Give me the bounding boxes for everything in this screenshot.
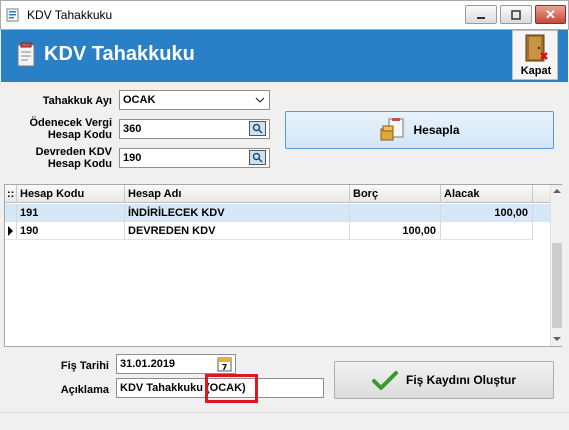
calculate-icon <box>380 118 404 141</box>
status-bar <box>0 412 569 430</box>
app-icon <box>6 8 19 22</box>
tahakkuk-ayi-select[interactable]: OCAK <box>119 90 270 110</box>
grid-vertical-scrollbar[interactable] <box>550 185 562 346</box>
col-hesap-adi[interactable]: Hesap Adı <box>125 185 350 203</box>
cell-borc[interactable] <box>350 204 441 222</box>
cell-hesap-kodu[interactable]: 191 <box>17 204 125 222</box>
scroll-down-icon[interactable] <box>553 336 561 342</box>
page-title: KDV Tahakkuku <box>44 43 195 65</box>
col-alacak[interactable]: Alacak <box>441 185 533 203</box>
exit-door-icon <box>525 34 548 62</box>
devreden-kdv-label-line2: Hesap Kodu <box>47 158 112 170</box>
row-indicator <box>5 204 17 222</box>
cell-alacak[interactable]: 100,00 <box>441 204 533 222</box>
fis-tarihi-label: Fiş Tarihi <box>60 360 109 372</box>
lookup-icon <box>252 152 263 163</box>
lookup-icon <box>252 123 263 134</box>
devreden-kdv-label-line1: Devreden KDV <box>35 146 112 158</box>
cell-hesap-adi[interactable]: DEVREDEN KDV <box>125 222 350 240</box>
cell-borc[interactable]: 100,00 <box>350 222 441 240</box>
row-indicator-header: :: <box>5 185 17 203</box>
calendar-day: 7 <box>222 363 228 372</box>
odenecek-vergi-label-line1: Ödenecek Vergi <box>29 117 112 129</box>
tahakkuk-ayi-value: OCAK <box>123 94 156 106</box>
table-row[interactable]: 190 DEVREDEN KDV 100,00 <box>5 222 550 240</box>
cell-hesap-kodu[interactable]: 190 <box>17 222 125 240</box>
window-title: KDV Tahakkuku <box>27 8 113 22</box>
odenecek-lookup-button[interactable] <box>249 121 266 136</box>
devreden-hesap-kodu-field[interactable]: 190 <box>119 148 270 168</box>
cell-alacak[interactable] <box>441 222 533 240</box>
highlight-annotation <box>205 374 258 403</box>
cell-hesap-adi[interactable]: İNDİRİLECEK KDV <box>125 204 350 222</box>
col-hesap-kodu[interactable]: Hesap Kodu <box>17 185 125 203</box>
checkmark-icon <box>371 371 398 390</box>
hesapla-label: Hesapla <box>413 123 460 137</box>
fis-tarihi-field[interactable]: 31.01.2019 7 <box>116 354 236 374</box>
hesapla-button[interactable]: Hesapla <box>285 111 554 149</box>
maximize-button[interactable] <box>500 5 532 24</box>
fis-button-label: Fiş Kaydını Oluştur <box>405 373 516 387</box>
odenecek-hesap-kodu-field[interactable]: 360 <box>119 119 270 139</box>
chevron-down-icon <box>255 97 265 103</box>
close-icon: ✕ <box>545 6 556 22</box>
calendar-button[interactable]: 7 <box>217 356 232 372</box>
odenecek-hesap-kodu-value: 360 <box>123 123 142 135</box>
grid-header: :: Hesap Kodu Hesap Adı Borç Alacak <box>5 185 550 203</box>
col-borc[interactable]: Borç <box>350 185 441 203</box>
row-indicator <box>5 222 17 240</box>
journal-grid[interactable]: :: Hesap Kodu Hesap Adı Borç Alacak 191 … <box>4 184 562 347</box>
kapat-label: Kapat <box>520 65 552 77</box>
fis-tarihi-value: 31.01.2019 <box>120 358 176 370</box>
devreden-lookup-button[interactable] <box>249 150 266 165</box>
minimize-icon <box>477 16 485 19</box>
document-icon <box>17 42 35 67</box>
devreden-hesap-kodu-value: 190 <box>123 152 142 164</box>
calendar-icon: 7 <box>217 357 232 372</box>
current-row-arrow-icon <box>8 226 13 236</box>
minimize-button[interactable] <box>465 5 497 24</box>
table-row[interactable]: 191 İNDİRİLECEK KDV 100,00 <box>5 204 550 222</box>
aciklama-label: Açıklama <box>60 384 109 396</box>
fis-kaydini-olustur-button[interactable]: Fiş Kaydını Oluştur <box>334 361 554 399</box>
kapat-button[interactable]: Kapat <box>512 30 558 80</box>
odenecek-vergi-label-line2: Hesap Kodu <box>47 129 112 141</box>
scroll-up-icon[interactable] <box>553 188 561 194</box>
scrollbar-thumb[interactable] <box>552 243 562 328</box>
tahakkuk-ayi-label: Tahakkuk Ayı <box>42 95 112 107</box>
maximize-icon <box>511 9 521 20</box>
close-button[interactable]: ✕ <box>535 5 566 24</box>
